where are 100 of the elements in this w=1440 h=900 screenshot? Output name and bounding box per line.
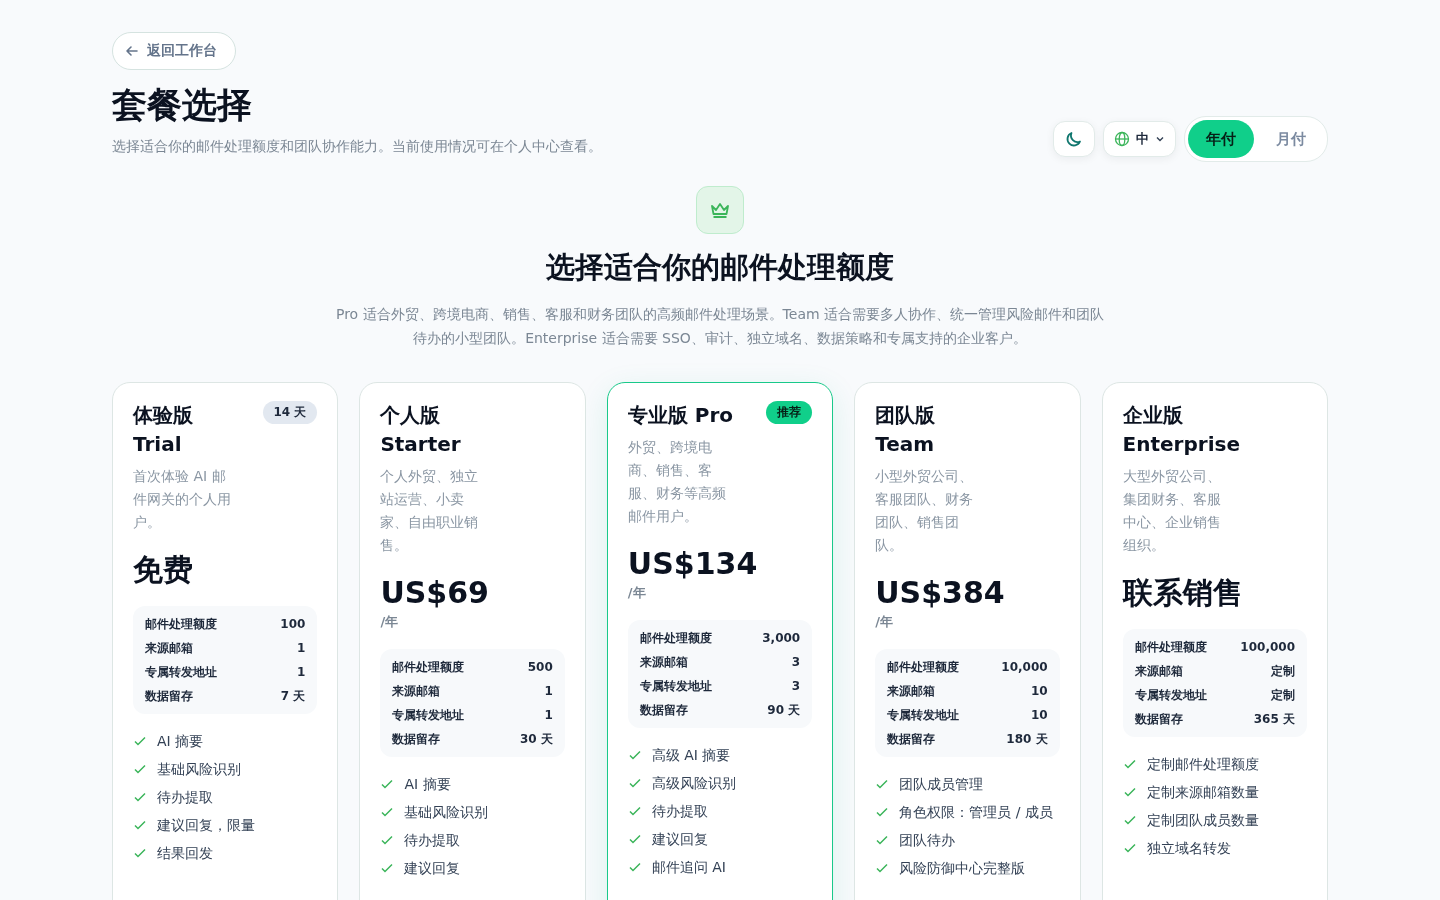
plan-description: 小型外贸公司、客服团队、财务团队、销售团队。 xyxy=(875,467,975,555)
plan-name: 个人版 xyxy=(380,402,442,429)
feature-text: 待办提取 xyxy=(404,831,461,849)
quota-label: 邮件处理额度 xyxy=(639,630,712,646)
plan-description: 大型外贸公司、集团财务、客服中心、企业销售组织。 xyxy=(1122,467,1222,555)
quota-label: 专属转发地址 xyxy=(145,664,217,680)
quota-value: 10 xyxy=(1030,683,1048,699)
quota-label: 数据留存 xyxy=(1134,711,1183,727)
billing-tab[interactable]: 年付 xyxy=(1188,120,1254,158)
feature-text: 基础风险识别 xyxy=(157,760,241,778)
plan-name: 团队版 xyxy=(875,402,936,429)
plan-description: 外贸、跨境电商、销售、客服、财务等高频邮件用户。 xyxy=(627,438,727,526)
back-button[interactable]: 返回工作台 xyxy=(112,32,236,70)
quota-value: 1 xyxy=(544,707,553,723)
chevron-down-icon xyxy=(1155,134,1165,144)
check-icon xyxy=(1122,841,1137,855)
price-period: /年 xyxy=(627,584,647,602)
plan-description: 首次体验 AI 邮件网关的个人用户。 xyxy=(133,467,232,532)
quota-label: 邮件处理额度 xyxy=(887,659,960,675)
feature-text: 风险防御中心完整版 xyxy=(899,859,1026,877)
quota-label: 数据留存 xyxy=(145,688,193,704)
quota-value: 500 xyxy=(527,659,553,675)
price-period: /年 xyxy=(380,613,400,631)
moon-icon xyxy=(1064,129,1084,149)
quota-label: 来源邮箱 xyxy=(145,640,193,656)
feature-text: 建议回复，限量 xyxy=(157,816,255,834)
check-icon xyxy=(133,734,147,748)
theme-toggle-button[interactable] xyxy=(1053,121,1095,157)
quota-label: 专属转发地址 xyxy=(639,678,712,694)
check-icon xyxy=(133,762,147,776)
check-icon xyxy=(133,790,147,804)
check-icon xyxy=(1122,757,1137,771)
quota-value: 1 xyxy=(297,640,306,656)
feature-text: 定制邮件处理额度 xyxy=(1146,755,1259,773)
quota-value: 3 xyxy=(791,678,801,694)
plan-price: US$69 xyxy=(380,575,490,611)
plan-badge: 14 天 xyxy=(262,401,318,424)
feature-text: 高级风险识别 xyxy=(651,774,736,792)
quota-label: 专属转发地址 xyxy=(1134,687,1207,703)
plan-name: 企业版 xyxy=(1122,402,1184,429)
check-icon xyxy=(627,804,642,818)
quota-label: 来源邮箱 xyxy=(639,654,688,670)
quota-value: 3 xyxy=(791,654,801,670)
feature-text: AI 摘要 xyxy=(157,732,204,750)
check-icon xyxy=(627,832,642,846)
feature-text: 待办提取 xyxy=(157,788,213,806)
quota-label: 数据留存 xyxy=(887,731,936,747)
quota-value: 180 天 xyxy=(1006,731,1048,747)
feature-text: 高级 AI 摘要 xyxy=(651,746,731,764)
plan-name: Starter xyxy=(380,431,461,458)
quota-label: 来源邮箱 xyxy=(392,683,441,699)
quota-value: 定制 xyxy=(1271,687,1295,703)
check-icon xyxy=(627,860,642,874)
language-select[interactable]: 中 xyxy=(1103,121,1176,157)
quota-value: 30 天 xyxy=(519,731,553,747)
crown-icon xyxy=(696,186,744,234)
plan-price: 联系销售 xyxy=(1122,575,1244,611)
feature-text: 待办提取 xyxy=(651,802,708,820)
feature-text: 团队成员管理 xyxy=(899,775,984,793)
feature-text: 邮件追问 AI xyxy=(651,858,726,876)
quota-value: 1 xyxy=(544,683,553,699)
check-icon xyxy=(1122,785,1137,799)
plan-name: 体验版 xyxy=(133,402,193,429)
quota-label: 邮件处理额度 xyxy=(1134,639,1207,655)
feature-text: 角色权限：管理员 / 成员 xyxy=(899,803,1053,821)
quota-value: 10,000 xyxy=(1001,659,1048,675)
check-icon xyxy=(380,833,395,847)
billing-tab[interactable]: 月付 xyxy=(1258,120,1324,158)
check-icon xyxy=(380,861,395,875)
quota-value: 10 xyxy=(1030,707,1048,723)
feature-text: 基础风险识别 xyxy=(404,803,489,821)
quota-value: 定制 xyxy=(1271,663,1295,679)
arrow-left-icon xyxy=(125,44,139,58)
quota-value: 365 天 xyxy=(1253,711,1295,727)
page-title: 套餐选择 xyxy=(112,84,253,126)
feature-text: 建议回复 xyxy=(404,859,461,877)
section-description: Pro 适合外贸、跨境电商、销售、客服和财务团队的高频邮件处理场景。Team 适合需要多人协作、统一管理风险邮件和团队待办的小型团队。Enterprise 适合需要 SSO、审计、独立域名、数据策略和专属支持的企业客户。 xyxy=(335,305,1105,348)
plan-name: 专业版 Pro xyxy=(627,402,734,429)
quota-label: 专属转发地址 xyxy=(887,707,960,723)
quota-label: 来源邮箱 xyxy=(1134,663,1183,679)
feature-text: AI 摘要 xyxy=(404,775,451,793)
check-icon xyxy=(380,805,395,819)
feature-text: 定制来源邮箱数量 xyxy=(1146,783,1259,801)
check-icon xyxy=(875,861,890,875)
plan-name: Enterprise xyxy=(1122,431,1240,458)
check-icon xyxy=(380,777,395,791)
plan-description: 个人外贸、独立站运营、小卖家、自由职业销售。 xyxy=(380,467,480,555)
globe-icon xyxy=(1114,131,1130,147)
quota-value: 90 天 xyxy=(767,702,801,718)
check-icon xyxy=(133,818,147,832)
check-icon xyxy=(1122,813,1137,827)
quota-value: 3,000 xyxy=(762,630,801,646)
feature-text: 建议回复 xyxy=(651,830,708,848)
plan-price: 免费 xyxy=(133,552,194,588)
quota-label: 邮件处理额度 xyxy=(145,616,217,632)
plan-badge: 推荐 xyxy=(766,401,813,424)
plan-name: Trial xyxy=(133,431,183,458)
price-period: /年 xyxy=(875,613,894,631)
quota-value: 100 xyxy=(280,616,306,632)
check-icon xyxy=(133,846,147,860)
